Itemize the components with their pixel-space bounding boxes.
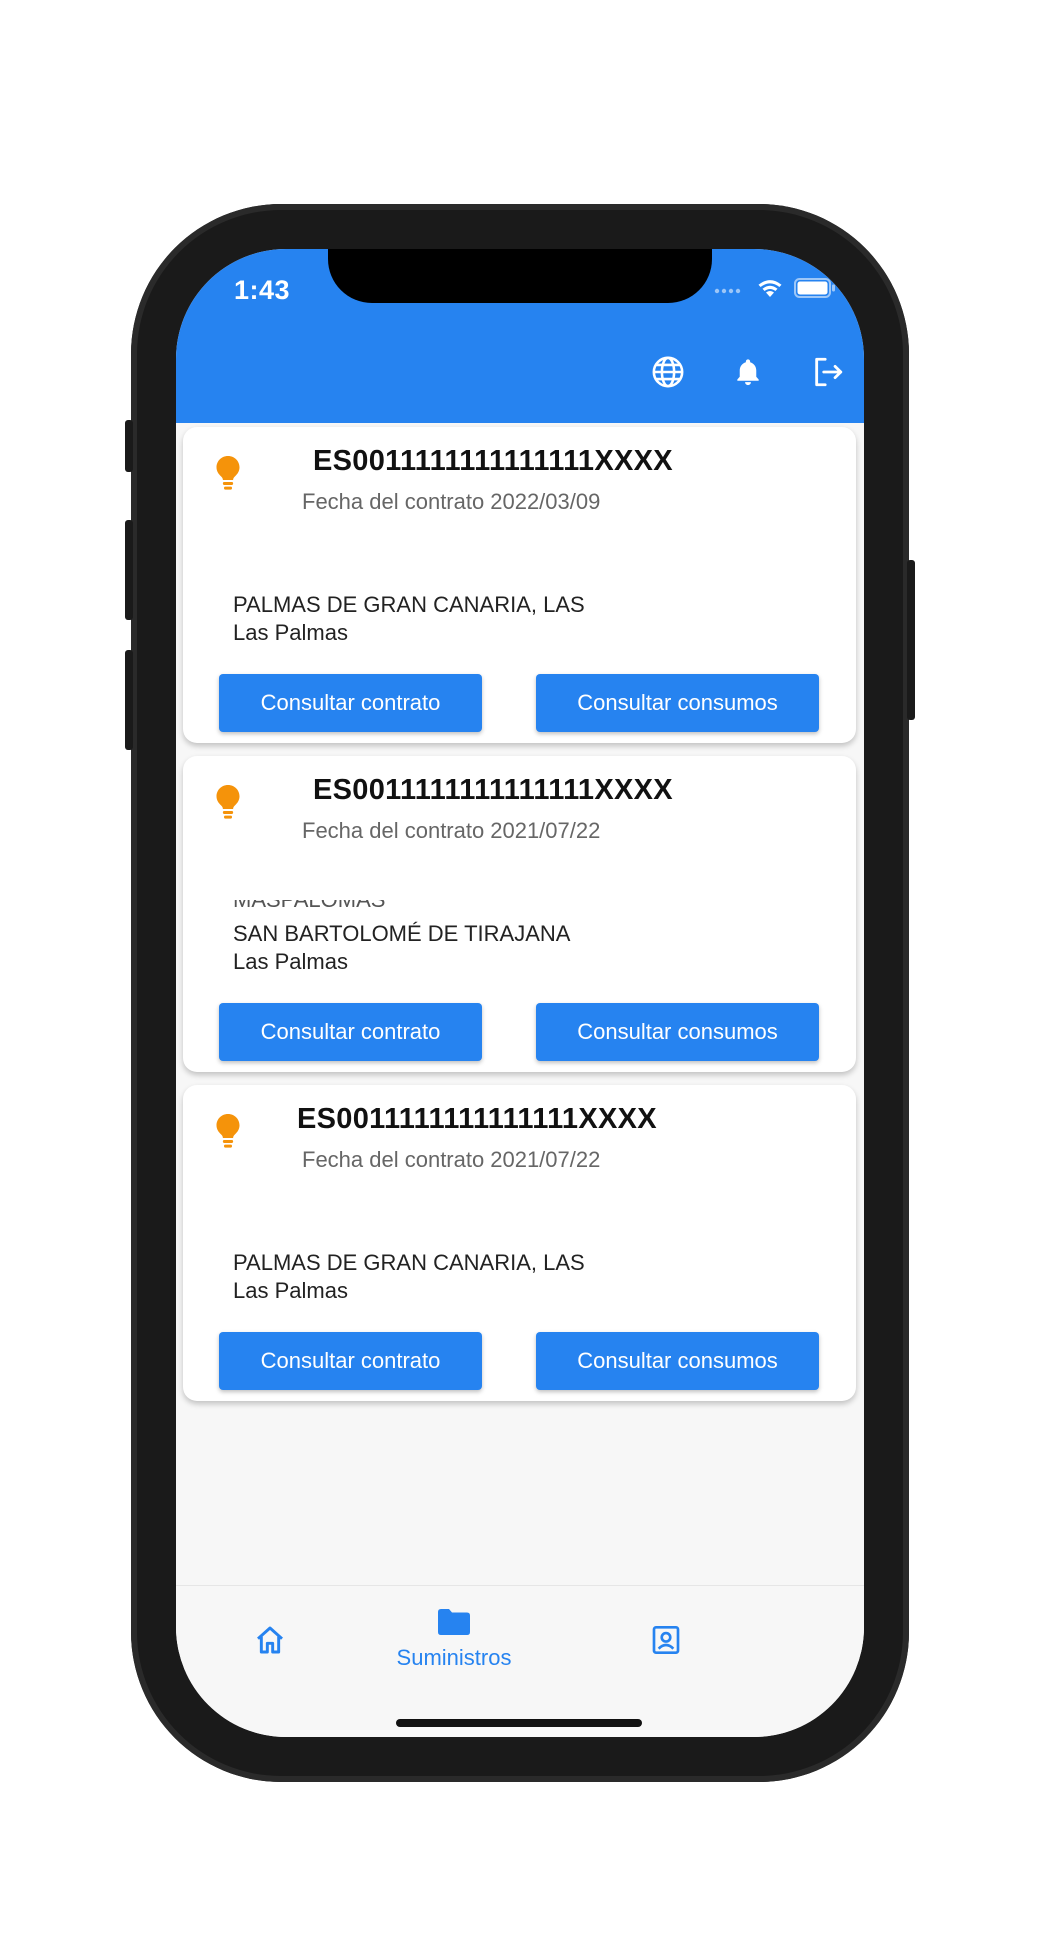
supply-card[interactable]: ES0011111111111111XXXX Fecha del contrat… (183, 1085, 856, 1401)
supply-address: MASPALOMAS SAN BARTOLOMÉ DE TIRAJANA Las… (233, 900, 571, 976)
contract-date: Fecha del contrato 2021/07/22 (302, 1147, 600, 1173)
contract-date-value: 2021/07/22 (490, 1147, 601, 1172)
consult-contract-button[interactable]: Consultar contrato (219, 674, 482, 732)
lightbulb-icon (215, 784, 241, 825)
address-province: Las Palmas (233, 620, 348, 645)
contract-date-label: Fecha del contrato (302, 489, 485, 514)
bottom-navigation: Suministros (176, 1585, 864, 1737)
nav-supplies-label: Suministros (396, 1645, 512, 1670)
status-time: 1:43 (234, 275, 291, 305)
contract-date-label: Fecha del contrato (302, 1147, 485, 1172)
consult-contract-button[interactable]: Consultar contrato (219, 1003, 482, 1061)
cups-code: ES0011111111111111XXXX (297, 1103, 657, 1135)
bell-icon[interactable] (730, 354, 766, 390)
consult-contract-button[interactable]: Consultar contrato (219, 1332, 482, 1390)
contract-date: Fecha del contrato 2021/07/22 (302, 818, 600, 844)
address-municipality: PALMAS DE GRAN CANARIA, LAS (233, 592, 585, 617)
nav-profile[interactable] (650, 1624, 682, 1661)
mute-switch (125, 420, 133, 472)
supply-address: PALMAS DE GRAN CANARIA, LAS Las Palmas (233, 1249, 585, 1305)
home-indicator[interactable] (396, 1719, 642, 1727)
contact-card-icon (650, 1624, 682, 1661)
supply-card[interactable]: ES0011111111111111XXXX Fecha del contrat… (183, 756, 856, 1072)
lightbulb-icon (215, 455, 241, 496)
consult-consumption-button[interactable]: Consultar consumos (536, 1332, 819, 1390)
address-municipality: PALMAS DE GRAN CANARIA, LAS (233, 1250, 585, 1275)
notch (328, 249, 712, 303)
wifi-icon (756, 277, 784, 304)
phone-screen: 1:43 ES0011111111111111XXXX Fecha del co… (176, 249, 864, 1737)
app-bar-actions (650, 354, 846, 390)
volume-down-button (125, 650, 133, 750)
address-municipality: SAN BARTOLOMÉ DE TIRAJANA (233, 921, 571, 946)
contract-date-value: 2022/03/09 (490, 489, 601, 514)
home-icon (254, 1624, 286, 1661)
consult-consumption-button[interactable]: Consultar consumos (536, 1003, 819, 1061)
power-button (907, 560, 915, 720)
folder-icon (437, 1608, 471, 1641)
cups-code: ES0011111111111111XXXX (313, 774, 673, 806)
nav-supplies[interactable]: Suministros (397, 1608, 511, 1671)
nav-home[interactable] (254, 1624, 286, 1661)
volume-up-button (125, 520, 133, 620)
supply-card[interactable]: ES0011111111111111XXXX Fecha del contrat… (183, 427, 856, 743)
address-province: Las Palmas (233, 949, 348, 974)
consult-consumption-button[interactable]: Consultar consumos (536, 674, 819, 732)
status-icons (714, 277, 836, 304)
logout-icon[interactable] (810, 354, 846, 390)
address-province: Las Palmas (233, 1278, 348, 1303)
signal-icon (714, 282, 746, 300)
address-locality-clipped: MASPALOMAS (233, 900, 385, 908)
lightbulb-icon (215, 1113, 241, 1154)
cups-code: ES0011111111111111XXXX (313, 445, 673, 477)
contract-date-label: Fecha del contrato (302, 818, 485, 843)
contract-date: Fecha del contrato 2022/03/09 (302, 489, 600, 515)
contract-date-value: 2021/07/22 (490, 818, 601, 843)
globe-icon[interactable] (650, 354, 686, 390)
battery-icon (794, 278, 836, 303)
supply-address: PALMAS DE GRAN CANARIA, LAS Las Palmas (233, 591, 585, 647)
